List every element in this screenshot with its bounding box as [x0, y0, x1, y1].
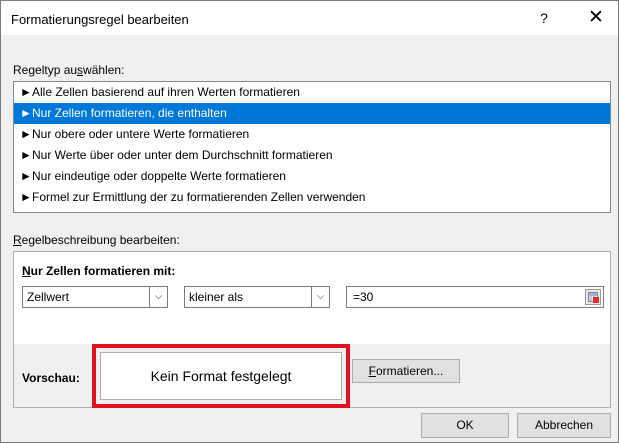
condition-field-dropdown[interactable]: Zellwert ⌵	[22, 286, 168, 308]
bullet-arrow-icon: ►	[20, 148, 32, 162]
bullet-arrow-icon: ►	[20, 106, 32, 120]
title-bar: Formatierungsregel bearbeiten ? ✕	[1, 1, 618, 35]
condition-field-value: Zellwert	[27, 290, 70, 304]
chevron-down-icon[interactable]: ⌵	[311, 287, 329, 307]
help-button[interactable]: ?	[529, 7, 559, 29]
format-button[interactable]: Formatieren...	[352, 359, 460, 383]
condition-area: Nur Zellen formatieren mit: Zellwert ⌵ k…	[14, 252, 610, 344]
rule-type-item-selected[interactable]: ►Nur Zellen formatieren, die enthalten	[14, 103, 610, 124]
edit-formatting-rule-dialog: Formatierungsregel bearbeiten ? ✕ Regelt…	[0, 0, 619, 443]
preview-box: Kein Format festgelegt	[100, 352, 342, 400]
preview-label: Vorschau:	[22, 371, 80, 385]
rule-type-item[interactable]: ►Alle Zellen basierend auf ihren Werten …	[14, 82, 610, 103]
operator-value: kleiner als	[189, 290, 244, 304]
dialog-title: Formatierungsregel bearbeiten	[11, 12, 189, 27]
value-text: =30	[353, 290, 374, 304]
operator-dropdown[interactable]: kleiner als ⌵	[184, 286, 330, 308]
bullet-arrow-icon: ►	[20, 169, 32, 183]
rule-type-item[interactable]: ►Nur Werte über oder unter dem Durchschn…	[14, 145, 610, 166]
rule-type-item[interactable]: ►Nur obere oder untere Werte formatieren	[14, 124, 610, 145]
bullet-arrow-icon: ►	[20, 85, 32, 99]
bullet-arrow-icon: ►	[20, 127, 32, 141]
condition-heading: Nur Zellen formatieren mit:	[22, 264, 176, 278]
preview-highlight-frame: Kein Format festgelegt	[92, 344, 350, 408]
value-input[interactable]: =30	[346, 286, 604, 308]
bullet-arrow-icon: ►	[20, 190, 32, 204]
range-select-icon[interactable]	[585, 289, 601, 305]
rule-description-label: Regelbeschreibung bearbeiten:	[13, 233, 180, 247]
rule-description-panel: Nur Zellen formatieren mit: Zellwert ⌵ k…	[13, 251, 611, 408]
close-button[interactable]: ✕	[576, 5, 616, 31]
rule-type-label: Regeltyp auswählen:	[13, 63, 125, 77]
rule-type-list[interactable]: ►Alle Zellen basierend auf ihren Werten …	[13, 81, 611, 213]
rule-type-item[interactable]: ►Formel zur Ermittlung der zu formatiere…	[14, 187, 610, 208]
cancel-button[interactable]: Abbrechen	[517, 413, 611, 438]
ok-button[interactable]: OK	[421, 413, 509, 438]
rule-type-item[interactable]: ►Nur eindeutige oder doppelte Werte form…	[14, 166, 610, 187]
chevron-down-icon[interactable]: ⌵	[149, 287, 167, 307]
